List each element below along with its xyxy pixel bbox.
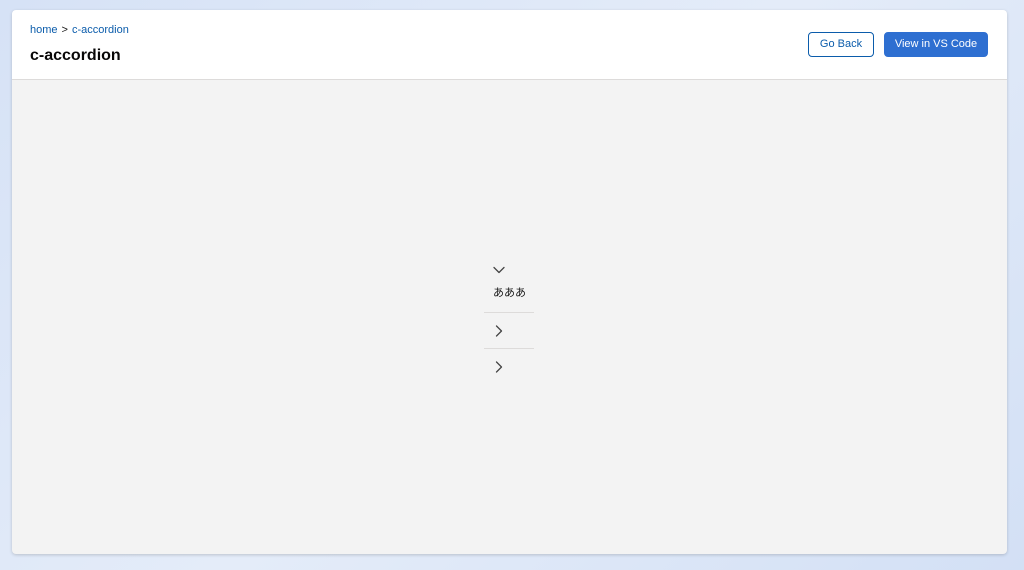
breadcrumb-current-link[interactable]: c-accordion (72, 24, 129, 36)
accordion-section-2 (484, 313, 534, 349)
chevron-right-icon[interactable] (492, 324, 506, 338)
chevron-down-icon[interactable] (492, 263, 506, 277)
view-in-vscode-button[interactable]: View in VS Code (884, 32, 988, 57)
app-frame: home > c-accordion c-accordion Go Back Vie… (12, 10, 1007, 554)
accordion: あああ (484, 257, 534, 384)
accordion-section-1: あああ (484, 257, 534, 313)
page-header: home > c-accordion c-accordion Go Back Vie… (12, 10, 1007, 80)
breadcrumb-separator: > (61, 24, 68, 36)
breadcrumb-home-link[interactable]: home (30, 24, 58, 36)
go-back-button[interactable]: Go Back (808, 32, 874, 57)
accordion-section-3 (484, 349, 534, 384)
page-title: c-accordion (30, 47, 121, 64)
breadcrumb: home > c-accordion (30, 23, 129, 37)
chevron-right-icon[interactable] (492, 360, 506, 374)
accordion-section-content: あああ (493, 286, 526, 299)
